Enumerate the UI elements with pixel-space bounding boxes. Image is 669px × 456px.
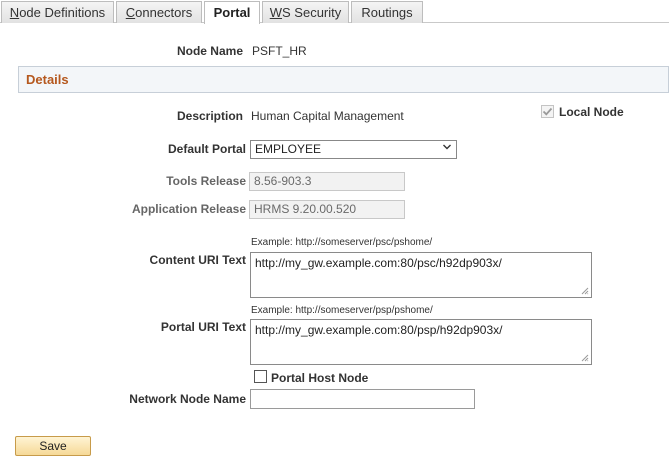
- portal-host-node-checkbox[interactable]: [254, 370, 267, 383]
- resize-grip-icon[interactable]: [581, 354, 589, 362]
- portal-uri-label: Portal URI Text: [160, 320, 246, 334]
- portal-uri-textarea[interactable]: http://my_gw.example.com:80/psp/h92dp903…: [250, 319, 592, 365]
- tab-portal[interactable]: Portal: [204, 1, 260, 24]
- description-value: Human Capital Management: [251, 109, 404, 123]
- tools-release-label: Tools Release: [166, 174, 246, 188]
- save-button[interactable]: Save: [15, 436, 91, 456]
- tab-ws-security[interactable]: WS Security: [262, 1, 349, 23]
- tab-connectors[interactable]: Connectors: [116, 1, 202, 23]
- content-uri-textarea[interactable]: http://my_gw.example.com:80/psc/h92dp903…: [250, 252, 592, 298]
- portal-host-node-label: Portal Host Node: [271, 371, 369, 385]
- tab-routings[interactable]: Routings: [351, 1, 423, 23]
- description-label: Description: [176, 109, 243, 123]
- tab-node-definitions[interactable]: Node Definitions: [1, 1, 114, 23]
- content-uri-value: http://my_gw.example.com:80/psc/h92dp903…: [255, 256, 502, 270]
- tools-release-field: 8.56-903.3: [249, 172, 405, 191]
- portal-uri-example: Example: http://someserver/psp/pshome/: [251, 305, 433, 316]
- check-icon: [542, 107, 553, 116]
- content-uri-label: Content URI Text: [149, 253, 246, 267]
- node-name-value: PSFT_HR: [252, 44, 307, 58]
- local-node-checkbox: [541, 105, 554, 118]
- default-portal-select[interactable]: EMPLOYEE: [250, 140, 457, 159]
- application-release-label: Application Release: [131, 202, 246, 216]
- application-release-field: HRMS 9.20.00.520: [249, 200, 405, 219]
- node-name-label: Node Name: [176, 44, 243, 58]
- resize-grip-icon[interactable]: [581, 287, 589, 295]
- network-node-name-label: Network Node Name: [129, 392, 246, 406]
- details-section-title: Details: [26, 72, 69, 87]
- content-uri-example: Example: http://someserver/psc/pshome/: [251, 237, 433, 248]
- portal-uri-value: http://my_gw.example.com:80/psp/h92dp903…: [255, 323, 503, 337]
- details-section-header[interactable]: Details: [18, 66, 669, 93]
- default-portal-label: Default Portal: [167, 142, 246, 156]
- network-node-name-input[interactable]: [250, 389, 475, 409]
- default-portal-value: EMPLOYEE: [255, 142, 322, 156]
- local-node-label: Local Node: [559, 105, 624, 119]
- tab-bar: Node Definitions Connectors Portal WS Se…: [0, 0, 669, 24]
- chevron-down-icon: [443, 144, 451, 150]
